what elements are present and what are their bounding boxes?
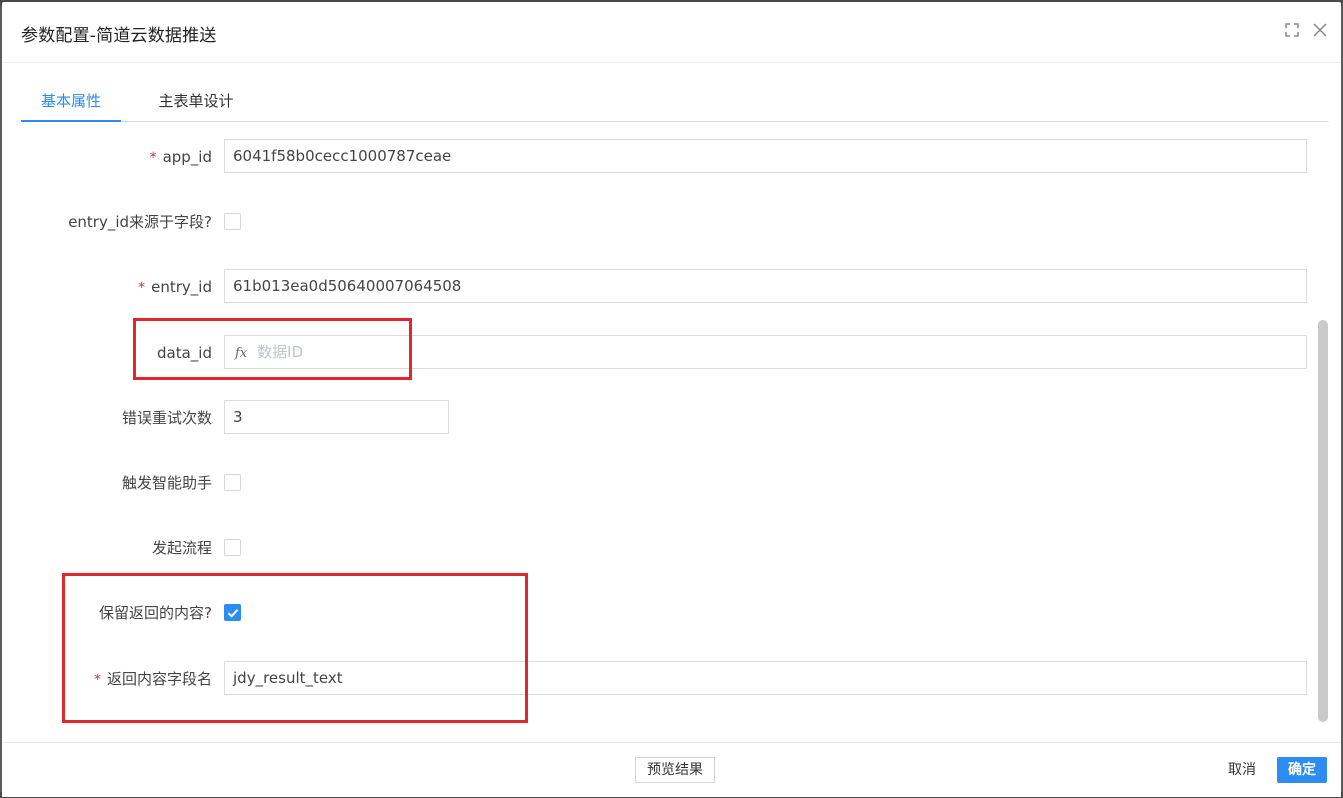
form-row-response-field: * 返回内容字段名 jdy_result_text <box>2 661 1312 697</box>
trigger-assistant-checkbox[interactable] <box>224 474 241 491</box>
required-marker: * <box>138 280 146 296</box>
preview-button[interactable]: 预览结果 <box>635 757 715 783</box>
required-marker: * <box>149 150 157 166</box>
check-icon <box>227 609 239 618</box>
entry-id-from-field-checkbox[interactable] <box>224 213 241 230</box>
dialog-header: 参数配置-简道云数据推送 <box>2 2 1341 63</box>
fx-icon[interactable]: fx <box>235 346 247 361</box>
response-field-input[interactable]: jdy_result_text <box>224 661 1307 695</box>
data-id-input[interactable]: fx 数据ID <box>224 335 1307 369</box>
maximize-icon[interactable] <box>1284 22 1302 40</box>
response-field-label: * 返回内容字段名 <box>94 661 212 697</box>
scrollbar[interactable] <box>1318 320 1330 722</box>
form-content: * app_id 6041f58b0cecc1000787ceae entry_i… <box>2 122 1341 742</box>
response-field-label-text: 返回内容字段名 <box>106 670 212 688</box>
cancel-button[interactable]: 取消 <box>1220 757 1264 783</box>
form-row-trigger-assistant: 触发智能助手 <box>2 465 1312 501</box>
required-marker: * <box>93 672 101 688</box>
keep-response-checkbox[interactable] <box>224 604 241 621</box>
keep-response-label: 保留返回的内容? <box>99 604 212 622</box>
entry-id-from-field-label: entry_id来源于字段? <box>68 213 212 231</box>
form-row-start-process: 发起流程 <box>2 530 1312 566</box>
entry-id-input[interactable]: 61b013ea0d50640007064508 <box>224 269 1307 303</box>
trigger-assistant-label: 触发智能助手 <box>121 474 212 492</box>
start-process-label: 发起流程 <box>151 539 212 557</box>
form-row-entry-id-from-field: entry_id来源于字段? <box>2 204 1312 240</box>
form-row-retry-count: 错误重试次数 3 <box>2 400 1312 436</box>
retry-count-label: 错误重试次数 <box>121 409 212 427</box>
data-id-placeholder: 数据ID <box>257 343 304 361</box>
form-row-keep-response: 保留返回的内容? <box>2 595 1312 631</box>
close-icon[interactable] <box>1312 22 1330 40</box>
dialog-title: 参数配置-简道云数据推送 <box>21 26 217 46</box>
tab-bar: 基本属性 主表单设计 <box>21 83 1329 122</box>
app-id-input[interactable]: 6041f58b0cecc1000787ceae <box>224 139 1307 173</box>
start-process-checkbox[interactable] <box>224 539 241 556</box>
config-dialog: 参数配置-简道云数据推送 基本属性 主表单设计 * app_id 6041f58b… <box>2 2 1341 797</box>
entry-id-label: * entry_id <box>138 269 212 305</box>
retry-count-input[interactable]: 3 <box>224 400 449 434</box>
ok-button[interactable]: 确定 <box>1277 757 1327 783</box>
entry-id-label-text: entry_id <box>151 278 212 296</box>
form-row-app-id: * app_id 6041f58b0cecc1000787ceae <box>2 139 1312 175</box>
form-row-entry-id: * entry_id 61b013ea0d50640007064508 <box>2 269 1312 305</box>
tab-basic-properties[interactable]: 基本属性 <box>21 83 121 122</box>
tab-main-form-design[interactable]: 主表单设计 <box>141 83 251 120</box>
data-id-label: data_id <box>157 344 212 362</box>
app-id-label-text: app_id <box>162 148 212 166</box>
form-row-data-id: data_id fx 数据ID <box>2 335 1312 371</box>
app-id-label: * app_id <box>150 139 212 175</box>
scrollbar-thumb[interactable] <box>1318 320 1328 722</box>
dialog-footer: 预览结果 取消 确定 <box>2 742 1341 797</box>
